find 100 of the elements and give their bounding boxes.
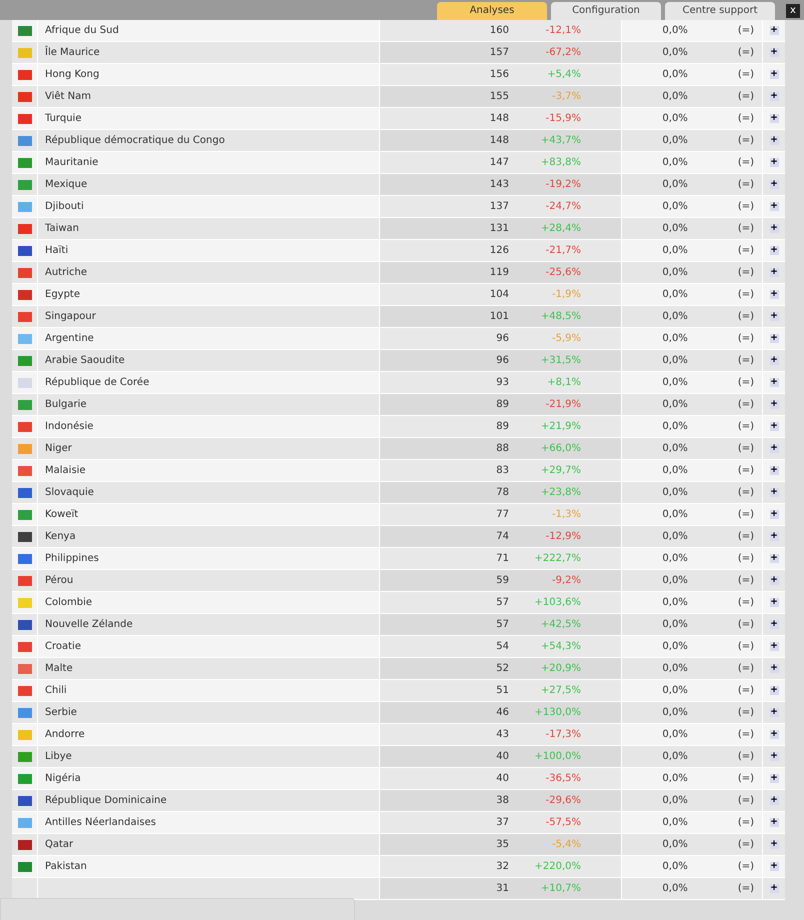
expand-button[interactable]: +	[770, 818, 778, 827]
change-percent: +54,3%	[540, 640, 581, 654]
expand-button[interactable]: +	[770, 356, 778, 365]
expand-button[interactable]: +	[770, 554, 778, 563]
expand-button[interactable]: +	[770, 862, 778, 871]
change-percent: +83,8%	[540, 156, 581, 170]
expand-button[interactable]: +	[770, 884, 778, 893]
share-percent: 0,0%	[662, 398, 688, 412]
country-name: Bulgarie	[45, 398, 86, 412]
share-percent: 0,0%	[662, 662, 688, 676]
expand-button[interactable]: +	[770, 576, 778, 585]
share-percent: 0,0%	[662, 288, 688, 302]
share-percent: 0,0%	[662, 222, 688, 236]
delta-indicator: (=)	[738, 772, 754, 786]
expand-button[interactable]: +	[770, 532, 778, 541]
delta-indicator: (=)	[738, 684, 754, 698]
visit-count: 131	[490, 222, 509, 236]
expand-button[interactable]: +	[770, 70, 778, 79]
expand-button[interactable]: +	[770, 796, 778, 805]
share-percent: 0,0%	[662, 332, 688, 346]
visit-count: 148	[490, 112, 509, 126]
expand-button[interactable]: +	[770, 378, 778, 387]
delta-indicator: (=)	[738, 530, 754, 544]
visit-count: 93	[496, 376, 509, 390]
tab[interactable]: Analyses	[437, 2, 547, 20]
delta-indicator: (=)	[738, 640, 754, 654]
change-percent: +5,4%	[546, 68, 581, 82]
expand-button[interactable]: +	[770, 752, 778, 761]
change-percent: +8,1%	[546, 376, 581, 390]
expand-button[interactable]: +	[770, 400, 778, 409]
visit-count: 160	[490, 24, 509, 38]
expand-button[interactable]: +	[770, 26, 778, 35]
expand-button[interactable]: +	[770, 268, 778, 277]
expand-button[interactable]: +	[770, 114, 778, 123]
expand-button[interactable]: +	[770, 48, 778, 57]
expand-button[interactable]: +	[770, 290, 778, 299]
country-name: Arabie Saoudite	[45, 354, 125, 368]
share-percent: 0,0%	[662, 728, 688, 742]
expand-button[interactable]: +	[770, 202, 778, 211]
visit-count: 31	[496, 882, 509, 896]
country-name: Haïti	[45, 244, 68, 258]
expand-button[interactable]: +	[770, 466, 778, 475]
expand-button[interactable]: +	[770, 730, 778, 739]
expand-button[interactable]: +	[770, 620, 778, 629]
country-name: Hong Kong	[45, 68, 100, 82]
expand-button[interactable]: +	[770, 510, 778, 519]
expand-button[interactable]: +	[770, 92, 778, 101]
expand-button[interactable]: +	[770, 312, 778, 321]
country-name: Malte	[45, 662, 73, 676]
expand-button[interactable]: +	[770, 422, 778, 431]
expand-button[interactable]: +	[770, 246, 778, 255]
share-percent: 0,0%	[662, 574, 688, 588]
share-percent: 0,0%	[662, 310, 688, 324]
expand-button[interactable]: +	[770, 840, 778, 849]
expand-button[interactable]: +	[770, 488, 778, 497]
share-percent: 0,0%	[662, 838, 688, 852]
expand-button[interactable]: +	[770, 664, 778, 673]
visit-count: 51	[496, 684, 509, 698]
visit-count: 143	[490, 178, 509, 192]
expand-button[interactable]: +	[770, 224, 778, 233]
country-name: Pakistan	[45, 860, 87, 874]
visit-count: 137	[490, 200, 509, 214]
expand-button[interactable]: +	[770, 444, 778, 453]
expand-button[interactable]: +	[770, 642, 778, 651]
change-percent: -12,1%	[544, 24, 581, 38]
visit-count: 96	[496, 332, 509, 346]
visit-count: 71	[496, 552, 509, 566]
delta-indicator: (=)	[738, 860, 754, 874]
visit-count: 119	[490, 266, 509, 280]
country-name: Kenya	[45, 530, 76, 544]
expand-button[interactable]: +	[770, 708, 778, 717]
share-percent: 0,0%	[662, 46, 688, 60]
delta-indicator: (=)	[738, 486, 754, 500]
country-name: Qatar	[45, 838, 74, 852]
change-percent: -3,7%	[550, 90, 581, 104]
country-name: Egypte	[45, 288, 80, 302]
share-percent: 0,0%	[662, 244, 688, 258]
expand-button[interactable]: +	[770, 136, 778, 145]
expand-button[interactable]: +	[770, 774, 778, 783]
expand-button[interactable]: +	[770, 180, 778, 189]
delta-indicator: (=)	[738, 354, 754, 368]
visit-count: 155	[490, 90, 509, 104]
country-name: Chili	[45, 684, 67, 698]
country-name: Nigéria	[45, 772, 81, 786]
change-percent: +23,8%	[540, 486, 581, 500]
tab[interactable]: Configuration	[551, 2, 661, 20]
visit-count: 59	[496, 574, 509, 588]
delta-indicator: (=)	[738, 816, 754, 830]
close-button[interactable]: x	[786, 4, 800, 18]
delta-indicator: (=)	[738, 464, 754, 478]
share-percent: 0,0%	[662, 442, 688, 456]
tab[interactable]: Centre support	[665, 2, 775, 20]
expand-button[interactable]: +	[770, 686, 778, 695]
expand-button[interactable]: +	[770, 158, 778, 167]
delta-indicator: (=)	[738, 706, 754, 720]
delta-indicator: (=)	[738, 398, 754, 412]
change-percent: +29,7%	[540, 464, 581, 478]
expand-button[interactable]: +	[770, 334, 778, 343]
delta-indicator: (=)	[738, 750, 754, 764]
expand-button[interactable]: +	[770, 598, 778, 607]
